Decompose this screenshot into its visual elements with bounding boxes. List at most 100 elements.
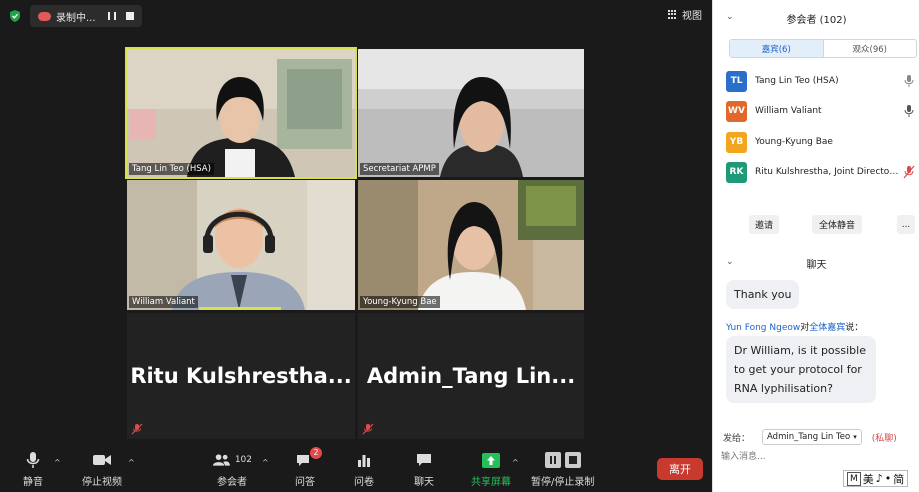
stop-video-label: 停止视频	[82, 477, 122, 488]
stop-video-button[interactable]: 停止视频	[82, 451, 122, 488]
participant-name-tag: Young-Kyung Bae	[360, 296, 440, 308]
video-options-caret-icon[interactable]: ^	[128, 458, 135, 467]
qa-button[interactable]: 2 问答	[294, 447, 322, 488]
avatar: YB	[726, 131, 747, 153]
participant-name: William Valiant	[755, 106, 822, 116]
chat-message: Thank you	[726, 280, 800, 309]
participant-video	[127, 180, 355, 310]
chevron-down-icon: ▾	[853, 433, 857, 441]
video-tile-tang-lin-teo[interactable]: Tang Lin Teo (HSA)	[125, 47, 357, 179]
meeting-area: 录制中... 视图 Tang Lin Teo (HSA) Secretariat…	[0, 0, 712, 492]
avatar: RK	[726, 161, 747, 183]
participant-video	[127, 49, 355, 177]
participant-row[interactable]: RK Ritu Kulshrestha, Joint Director, ...	[726, 161, 916, 183]
pause-stop-recording-button[interactable]: 暂停/停止录制	[531, 451, 594, 488]
chat-bubble-icon	[413, 451, 435, 469]
tab-attendees[interactable]: 观众(96)	[824, 40, 917, 57]
sender-to-word: 对	[800, 323, 810, 333]
side-panel: ⌄ 参会者 (102) 嘉宾(6) 观众(96) TL Tang Lin Teo…	[712, 0, 919, 492]
invite-button[interactable]: 邀请	[749, 215, 779, 234]
pause-recording-icon[interactable]	[108, 12, 116, 20]
participant-row[interactable]: TL Tang Lin Teo (HSA)	[726, 70, 916, 92]
participant-name-tag: Secretariat APMP	[360, 163, 439, 175]
muted-mic-icon	[362, 423, 374, 435]
sender-says-word: 说：	[845, 323, 864, 333]
send-to-label: 发给：	[723, 433, 751, 444]
participant-name: Tang Lin Teo (HSA)	[755, 76, 839, 86]
send-to-value: Admin_Tang Lin Teo	[767, 432, 851, 442]
participants-panel-title: 参会者 (102)	[786, 15, 847, 26]
audio-options-caret-icon[interactable]: ^	[54, 458, 61, 467]
share-options-caret-icon[interactable]: ^	[512, 458, 519, 467]
ime-brand-char: 美	[862, 472, 874, 486]
cloud-record-icon	[38, 11, 51, 21]
record-label: 暂停/停止录制	[531, 477, 595, 488]
active-speaker-indicator	[199, 307, 281, 310]
tab-panelists[interactable]: 嘉宾(6)	[730, 40, 824, 57]
participants-count: 102	[234, 455, 252, 465]
input-method-toolbar[interactable]: M 美 ♪ • 简	[843, 470, 909, 487]
sender-name[interactable]: Yun Fong Ngeow	[726, 323, 800, 333]
view-label: 视图	[682, 11, 702, 22]
poll-button[interactable]: 问卷	[353, 451, 375, 488]
qa-label: 问答	[295, 477, 315, 488]
chat-message-input[interactable]	[721, 449, 911, 465]
recording-indicator: 录制中...	[30, 5, 142, 27]
mute-button[interactable]: 静音	[22, 451, 44, 488]
mute-all-button[interactable]: 全体静音	[812, 215, 862, 234]
participant-name-tag: Tang Lin Teo (HSA)	[129, 163, 214, 175]
send-to-row: 发给： Admin_Tang Lin Teo ▾ (私聊)	[723, 429, 897, 445]
leave-button[interactable]: 离开	[657, 458, 703, 480]
participants-button[interactable]: 102 参会者	[212, 451, 252, 488]
participants-options-caret-icon[interactable]: ^	[262, 458, 269, 467]
muted-mic-icon	[131, 423, 143, 435]
participant-name-tag: William Valiant	[129, 296, 198, 308]
microphone-icon[interactable]	[903, 74, 915, 88]
grid-view-icon	[668, 9, 678, 20]
video-tile-admin-tang[interactable]: Admin_Tang Lin...	[358, 313, 584, 439]
poll-chart-icon	[353, 451, 375, 469]
recipient-name: 全体嘉宾	[809, 323, 846, 333]
microphone-active-icon[interactable]	[903, 104, 915, 118]
avatar: WV	[726, 100, 747, 122]
share-screen-label: 共享屏幕	[471, 477, 511, 488]
chat-panel-title: 聊天	[806, 260, 827, 271]
microphone-icon	[22, 451, 44, 469]
participant-name: Young-Kyung Bae	[755, 137, 833, 147]
participant-row[interactable]: YB Young-Kyung Bae	[726, 131, 916, 153]
encryption-shield-icon[interactable]	[8, 9, 22, 23]
video-tile-secretariat-apmp[interactable]: Secretariat APMP	[358, 49, 584, 177]
participant-video	[358, 49, 584, 177]
muted-mic-icon[interactable]	[903, 165, 915, 179]
participant-row[interactable]: WV William Valiant	[726, 100, 916, 122]
ime-music-icon: ♪	[875, 472, 883, 485]
participants-panel-header: ⌄ 参会者 (102)	[713, 8, 919, 28]
send-to-select[interactable]: Admin_Tang Lin Teo ▾	[762, 429, 862, 445]
video-camera-icon	[91, 451, 113, 469]
stop-recording-icon[interactable]	[126, 12, 134, 20]
recording-controls-icon	[543, 451, 583, 469]
ime-dot-icon: •	[884, 472, 892, 485]
chat-button[interactable]: 聊天	[413, 451, 435, 488]
participant-display-name: Ritu Kulshrestha...	[130, 364, 352, 388]
chat-panel-header: ⌄ 聊天	[713, 253, 919, 271]
message-sender-line: Yun Fong Ngeow对全体嘉宾说：	[726, 320, 863, 333]
participants-tabs: 嘉宾(6) 观众(96)	[729, 39, 917, 58]
participant-name: Ritu Kulshrestha, Joint Director, ...	[755, 167, 900, 177]
participant-video	[358, 180, 584, 310]
video-tile-young-kyung-bae[interactable]: Young-Kyung Bae	[358, 180, 584, 310]
video-tile-ritu-kulshrestha[interactable]: Ritu Kulshrestha...	[127, 313, 355, 439]
ime-mode-icon: M	[847, 471, 861, 486]
view-button[interactable]: 视图	[668, 7, 702, 22]
meeting-top-bar: 录制中... 视图	[0, 0, 712, 32]
ime-simplified-char: 简	[893, 472, 905, 486]
qa-icon: 2	[294, 447, 322, 469]
chat-message: Dr William, is it possible to get your p…	[726, 336, 876, 403]
share-screen-button[interactable]: 共享屏幕	[471, 451, 511, 488]
video-tile-william-valiant[interactable]: William Valiant	[127, 180, 355, 310]
participants-icon: 102	[212, 451, 252, 469]
participant-display-name: Admin_Tang Lin...	[366, 364, 576, 388]
recording-label: 录制中...	[56, 12, 96, 24]
more-options-button[interactable]: ...	[897, 215, 915, 234]
poll-label: 问卷	[354, 477, 374, 488]
